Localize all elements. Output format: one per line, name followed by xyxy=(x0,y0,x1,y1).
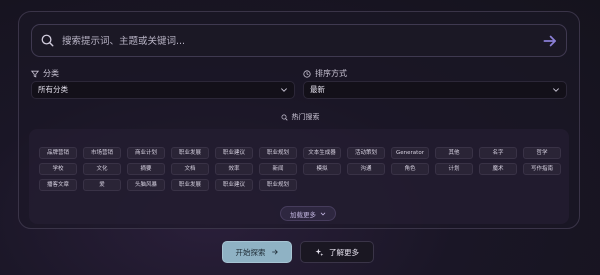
chevron-down-icon xyxy=(553,88,559,92)
hot-tag[interactable]: 职业规划 xyxy=(259,147,297,159)
hot-tag[interactable]: 魔术 xyxy=(479,163,517,175)
hot-tag[interactable]: 其他 xyxy=(435,147,473,159)
hot-tag[interactable]: 职业发展 xyxy=(171,147,209,159)
hot-tags-area: 品牌营销 市场营销 商业计划 职业发展 职业建议 职业规划 文本生成器 活动策划 Generat… xyxy=(29,129,569,224)
sort-value: 最新 xyxy=(310,85,325,94)
hot-tag[interactable]: 文化 xyxy=(83,163,121,175)
hot-tag[interactable]: 爱 xyxy=(83,179,121,191)
hot-tag[interactable]: 职业发展 xyxy=(171,179,209,191)
search-bar xyxy=(31,24,567,57)
hot-tag[interactable]: 角色 xyxy=(391,163,429,175)
search-panel: 分类 所有分类 排序方式 最新 热门搜索 品牌营销市场营销商业计划职业发展职业建… xyxy=(18,11,580,229)
sparkle-icon xyxy=(315,248,324,256)
search-icon xyxy=(41,34,54,47)
hot-tag[interactable]: 商业计划 xyxy=(127,147,165,159)
category-label-row: 分类 xyxy=(31,68,59,79)
hot-tag[interactable]: 职业建议 xyxy=(215,179,253,191)
hot-tag[interactable]: 摘要 xyxy=(127,163,165,175)
search-icon xyxy=(281,114,288,121)
hot-tag[interactable]: 播客文章 xyxy=(39,179,77,191)
hot-tag[interactable]: 品牌营销 xyxy=(39,147,77,159)
sort-label: 排序方式 xyxy=(315,69,347,78)
hot-tag[interactable]: 写作指南 xyxy=(523,163,561,175)
category-value: 所有分类 xyxy=(38,85,68,94)
hot-tag[interactable]: Generator xyxy=(391,147,429,159)
hot-tag[interactable]: 头脑风暴 xyxy=(127,179,165,191)
sort-label-row: 排序方式 xyxy=(303,68,347,79)
hot-tag[interactable]: 学校 xyxy=(39,163,77,175)
category-label: 分类 xyxy=(43,69,59,78)
hot-tag[interactable]: 名字 xyxy=(479,147,517,159)
hot-tag[interactable]: 新闻 xyxy=(259,163,297,175)
start-explore-label: 开始探索 xyxy=(235,247,266,257)
sort-select[interactable]: 最新 xyxy=(303,81,567,99)
start-explore-button[interactable]: 开始探索 xyxy=(222,241,292,263)
hot-tag[interactable]: 职业建议 xyxy=(215,147,253,159)
filter-icon xyxy=(31,70,39,78)
chevron-down-icon xyxy=(320,212,326,215)
hot-searches-title: 热门搜索 xyxy=(291,113,320,121)
arrow-right-icon[interactable] xyxy=(541,32,559,50)
hot-tag[interactable]: 职业规划 xyxy=(259,179,297,191)
clock-icon xyxy=(303,69,311,78)
arrow-right-icon xyxy=(271,249,278,255)
hot-tag[interactable]: 沟通 xyxy=(347,163,385,175)
hot-tag[interactable]: 文本生成器 xyxy=(303,147,341,159)
learn-more-label: 了解更多 xyxy=(329,247,359,257)
load-more-button[interactable]: 加载更多 xyxy=(280,206,336,221)
hot-tag[interactable]: 模拟 xyxy=(303,163,341,175)
hot-tag[interactable]: 计划 xyxy=(435,163,473,175)
category-select[interactable]: 所有分类 xyxy=(31,81,295,99)
chevron-down-icon xyxy=(281,88,287,92)
learn-more-button[interactable]: 了解更多 xyxy=(300,241,374,263)
hot-tag[interactable]: 活动策划 xyxy=(347,147,385,159)
search-input[interactable] xyxy=(62,31,542,51)
hot-searches-heading: 热门搜索 xyxy=(19,112,581,122)
load-more-label: 加载更多 xyxy=(290,210,316,219)
hot-tag[interactable]: 效率 xyxy=(215,163,253,175)
hot-tag[interactable]: 文档 xyxy=(171,163,209,175)
hot-tag[interactable]: 哲学 xyxy=(523,147,561,159)
hot-tag[interactable]: 市场营销 xyxy=(83,147,121,159)
